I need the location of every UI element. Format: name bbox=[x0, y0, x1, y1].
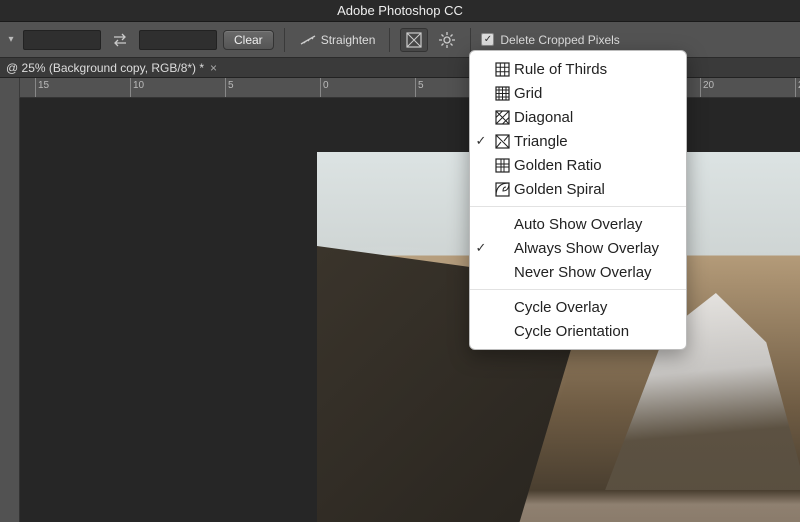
menu-separator bbox=[470, 289, 686, 290]
app-titlebar: Adobe Photoshop CC bbox=[0, 0, 800, 22]
ratio-preset-dropdown[interactable]: ▾ bbox=[5, 30, 17, 50]
straighten-label: Straighten bbox=[321, 33, 376, 47]
menu-item-triangle[interactable]: ✓ Triangle bbox=[470, 129, 686, 153]
menu-item-cycle-overlay[interactable]: Cycle Overlay bbox=[470, 295, 686, 319]
vertical-ruler bbox=[0, 98, 20, 522]
menu-item-auto-show-overlay[interactable]: Auto Show Overlay bbox=[470, 212, 686, 236]
delete-cropped-label: Delete Cropped Pixels bbox=[500, 33, 619, 47]
crop-width-input[interactable] bbox=[23, 30, 101, 50]
separator bbox=[470, 28, 471, 52]
separator bbox=[284, 28, 285, 52]
separator bbox=[389, 28, 390, 52]
ruler-corner bbox=[0, 78, 20, 98]
checkmark-icon: ✓ bbox=[470, 240, 492, 256]
menu-item-diagonal[interactable]: Diagonal bbox=[470, 105, 686, 129]
crop-height-input[interactable] bbox=[139, 30, 217, 50]
diagonal-icon bbox=[492, 110, 512, 125]
overlay-options-menu: Rule of Thirds Grid Diagonal ✓ Triangle … bbox=[469, 50, 687, 350]
overlay-options-button[interactable] bbox=[400, 28, 428, 52]
menu-item-golden-spiral[interactable]: Golden Spiral bbox=[470, 177, 686, 201]
overlay-grid-icon bbox=[405, 31, 423, 49]
menu-item-always-show-overlay[interactable]: ✓ Always Show Overlay bbox=[470, 236, 686, 260]
triangle-icon bbox=[492, 134, 512, 149]
clear-button[interactable]: Clear bbox=[223, 30, 274, 50]
menu-item-never-show-overlay[interactable]: Never Show Overlay bbox=[470, 260, 686, 284]
swap-dimensions-button[interactable] bbox=[107, 28, 133, 52]
gear-icon bbox=[438, 31, 456, 49]
checkmark-icon: ✓ bbox=[470, 133, 492, 149]
delete-cropped-checkbox[interactable]: ✓ bbox=[481, 33, 494, 46]
menu-item-rule-of-thirds[interactable]: Rule of Thirds bbox=[470, 57, 686, 81]
document-tab[interactable]: @ 25% (Background copy, RGB/8*) * × bbox=[0, 59, 223, 77]
document-tab-label: @ 25% (Background copy, RGB/8*) * bbox=[6, 61, 204, 75]
menu-item-golden-ratio[interactable]: Golden Ratio bbox=[470, 153, 686, 177]
thirds-icon bbox=[492, 62, 512, 77]
straighten-button[interactable]: Straighten bbox=[295, 28, 380, 52]
menu-item-grid[interactable]: Grid bbox=[470, 81, 686, 105]
crop-settings-button[interactable] bbox=[434, 28, 460, 52]
golden-ratio-icon bbox=[492, 158, 512, 173]
menu-item-cycle-orientation[interactable]: Cycle Orientation bbox=[470, 319, 686, 343]
grid-icon bbox=[492, 86, 512, 101]
app-title: Adobe Photoshop CC bbox=[337, 3, 463, 18]
close-icon[interactable]: × bbox=[210, 61, 217, 75]
swap-icon bbox=[111, 31, 129, 49]
golden-spiral-icon bbox=[492, 182, 512, 197]
menu-separator bbox=[470, 206, 686, 207]
level-icon bbox=[299, 31, 317, 49]
